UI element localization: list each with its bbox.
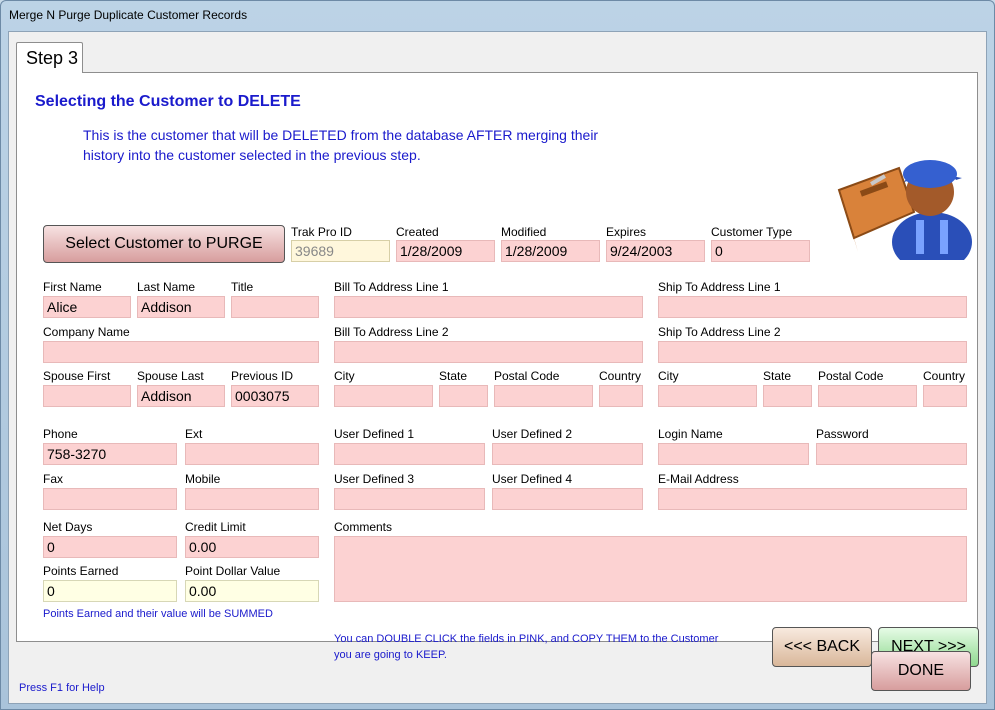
page-title: Selecting the Customer to DELETE [35, 93, 301, 110]
created-label: Created [396, 225, 439, 239]
ext-label: Ext [185, 427, 203, 441]
spouse-last-field[interactable]: Addison [137, 385, 225, 407]
user-defined4-label: User Defined 4 [492, 472, 573, 486]
customer-type-label: Customer Type [711, 225, 793, 239]
points-earned-field[interactable]: 0 [43, 580, 177, 602]
ship-state-field[interactable] [763, 385, 812, 407]
ship-line1-field[interactable] [658, 296, 967, 318]
user-defined1-field[interactable] [334, 443, 485, 465]
company-name-field[interactable] [43, 341, 319, 363]
ship-line2-field[interactable] [658, 341, 967, 363]
comments-field[interactable] [334, 536, 967, 602]
fax-label: Fax [43, 472, 64, 486]
comments-label: Comments [334, 520, 393, 534]
title-bar[interactable]: Merge N Purge Duplicate Customer Records [1, 1, 994, 31]
worker-with-toolbox-icon [837, 160, 972, 260]
created-field[interactable]: 1/28/2009 [396, 240, 495, 262]
ship-state-label: State [763, 369, 792, 383]
password-label: Password [816, 427, 869, 441]
point-dollar-value-label: Point Dollar Value [185, 564, 281, 578]
user-defined2-label: User Defined 2 [492, 427, 573, 441]
select-customer-to-purge-button[interactable]: Select Customer to PURGE [43, 225, 285, 263]
help-hint: Press F1 for Help [19, 682, 105, 694]
company-name-label: Company Name [43, 325, 130, 339]
net-days-field[interactable]: 0 [43, 536, 177, 558]
title-label: Title [231, 280, 254, 294]
first-name-field[interactable]: Alice [43, 296, 131, 318]
client-area: Step 3 Selecting the Customer to DELETE … [8, 31, 987, 704]
ship-country-field[interactable] [923, 385, 967, 407]
modified-label: Modified [501, 225, 547, 239]
login-name-field[interactable] [658, 443, 809, 465]
back-button[interactable]: <<< BACK [772, 627, 872, 667]
password-field[interactable] [816, 443, 967, 465]
ship-postal-label: Postal Code [818, 369, 884, 383]
ship-city-label: City [658, 369, 679, 383]
bill-line1-label: Bill To Address Line 1 [334, 280, 449, 294]
bill-line1-field[interactable] [334, 296, 643, 318]
email-label: E-Mail Address [658, 472, 739, 486]
ship-city-field[interactable] [658, 385, 757, 407]
points-earned-label: Points Earned [43, 564, 119, 578]
mobile-label: Mobile [185, 472, 221, 486]
bill-country-field[interactable] [599, 385, 643, 407]
bill-state-field[interactable] [439, 385, 488, 407]
trakpro-id-label: Trak Pro ID [291, 225, 352, 239]
phone-label: Phone [43, 427, 78, 441]
user-defined1-label: User Defined 1 [334, 427, 415, 441]
tab-step-3[interactable]: Step 3 [16, 42, 83, 73]
bill-postal-label: Postal Code [494, 369, 560, 383]
first-name-label: First Name [43, 280, 102, 294]
customer-type-field[interactable]: 0 [711, 240, 810, 262]
net-days-label: Net Days [43, 520, 93, 534]
app-window: Merge N Purge Duplicate Customer Records… [0, 0, 995, 710]
expires-field[interactable]: 9/24/2003 [606, 240, 705, 262]
phone-field[interactable]: 758-3270 [43, 443, 177, 465]
ship-line2-label: Ship To Address Line 2 [658, 325, 781, 339]
mobile-field[interactable] [185, 488, 319, 510]
credit-limit-label: Credit Limit [185, 520, 246, 534]
credit-limit-field[interactable]: 0.00 [185, 536, 319, 558]
spouse-first-label: Spouse First [43, 369, 111, 383]
expires-label: Expires [606, 225, 647, 239]
ship-postal-field[interactable] [818, 385, 917, 407]
window-title: Merge N Purge Duplicate Customer Records [9, 8, 248, 22]
title-field[interactable] [231, 296, 319, 318]
bill-city-field[interactable] [334, 385, 433, 407]
previous-id-field[interactable]: 0003075 [231, 385, 319, 407]
done-button[interactable]: DONE [871, 651, 971, 691]
bill-line2-field[interactable] [334, 341, 643, 363]
trakpro-id-field[interactable]: 39689 [291, 240, 390, 262]
user-defined2-field[interactable] [492, 443, 643, 465]
bill-country-label: Country [599, 369, 642, 383]
ship-line1-label: Ship To Address Line 1 [658, 280, 781, 294]
user-defined4-field[interactable] [492, 488, 643, 510]
step-panel: Selecting the Customer to DELETE This is… [16, 72, 979, 667]
last-name-label: Last Name [137, 280, 196, 294]
spouse-first-field[interactable] [43, 385, 131, 407]
user-defined3-field[interactable] [334, 488, 485, 510]
user-defined3-label: User Defined 3 [334, 472, 415, 486]
page-description: This is the customer that will be DELETE… [83, 127, 599, 163]
tab-label: Step 3 [26, 48, 79, 68]
bill-line2-label: Bill To Address Line 2 [334, 325, 449, 339]
bill-postal-field[interactable] [494, 385, 593, 407]
spouse-last-label: Spouse Last [137, 369, 204, 383]
point-dollar-value-field[interactable]: 0.00 [185, 580, 319, 602]
bill-state-label: State [439, 369, 468, 383]
fax-field[interactable] [43, 488, 177, 510]
points-summed-note: Points Earned and their value will be SU… [43, 608, 273, 620]
ext-field[interactable] [185, 443, 319, 465]
ship-country-label: Country [923, 369, 966, 383]
email-field[interactable] [658, 488, 967, 510]
modified-field[interactable]: 1/28/2009 [501, 240, 600, 262]
last-name-field[interactable]: Addison [137, 296, 225, 318]
bill-city-label: City [334, 369, 355, 383]
double-click-note: You can DOUBLE CLICK the fields in PINK,… [334, 633, 719, 661]
previous-id-label: Previous ID [231, 369, 294, 383]
login-name-label: Login Name [658, 427, 723, 441]
